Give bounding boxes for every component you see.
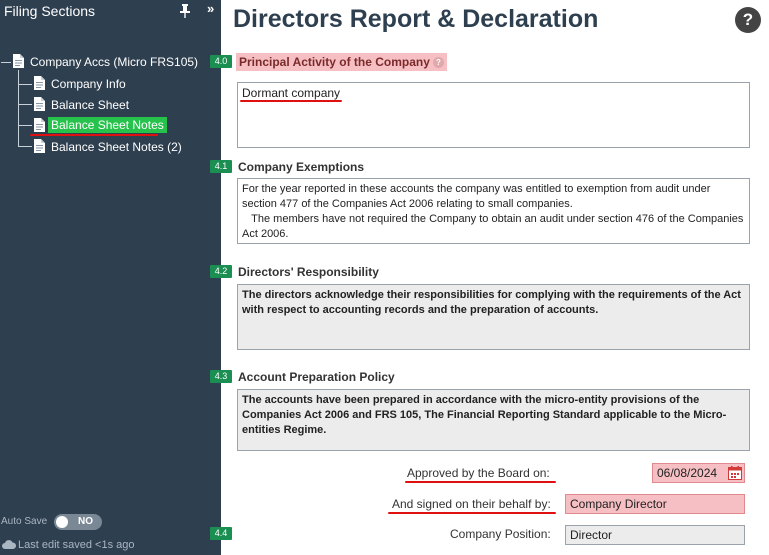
section-number-badge: 4.4 [210,527,232,540]
tree-connector [1,62,11,63]
document-icon [34,139,45,153]
cloud-icon [2,540,16,549]
annotation-underline [30,134,158,136]
help-icon[interactable]: ? [735,7,761,33]
sidebar-item-balance-sheet-notes[interactable]: Balance Sheet Notes [48,117,167,133]
approved-by-board-label: Approved by the Board on: [407,466,550,480]
section-title-company-exemptions: Company Exemptions [238,160,365,174]
collapse-icon[interactable]: » [207,1,214,16]
sidebar-header: Filing Sections [0,0,204,24]
auto-save-label: Auto Save [1,516,48,527]
toggle-knob [56,516,68,528]
tree-connector [18,104,32,105]
sidebar-item-company-info[interactable]: Company Info [51,76,126,92]
tree-root-company-accs[interactable]: Company Accs (Micro FRS105) [30,54,198,70]
section-number-badge: 4.1 [210,160,232,173]
document-icon [13,54,24,68]
section-title-text: Principal Activity of the Company [239,55,430,69]
auto-save-toggle[interactable]: NO [54,514,102,530]
sidebar-item-balance-sheet[interactable]: Balance Sheet [51,97,129,113]
info-icon[interactable]: ? [432,57,444,68]
tree-connector [18,125,32,126]
annotation-underline [405,481,556,483]
approved-date-value: 06/08/2024 [657,466,718,480]
company-exemptions-textarea[interactable]: For the year reported in these accounts … [237,178,750,244]
principal-activity-textarea[interactable]: Dormant company [237,82,750,148]
section-number-badge: 4.3 [210,370,232,383]
section-number-badge: 4.2 [210,265,232,278]
last-saved-status: Last edit saved <1s ago [18,539,135,551]
document-icon [34,97,45,111]
sidebar-item-balance-sheet-notes-2[interactable]: Balance Sheet Notes (2) [51,139,182,155]
document-icon [34,118,45,132]
account-preparation-policy-text: The accounts have been prepared in accor… [237,389,750,451]
company-position-label: Company Position: [450,527,551,541]
company-position-field[interactable]: Director [565,525,745,545]
toggle-state: NO [78,516,93,527]
section-number-badge: 4.0 [210,55,232,68]
signed-by-field[interactable]: Company Director [565,494,745,514]
annotation-underline [240,100,342,102]
section-title-directors-responsibility: Directors' Responsibility [238,265,379,279]
page-title: Directors Report & Declaration [233,5,599,33]
document-icon [34,76,45,90]
section-title-principal-activity: Principal Activity of the Company? [236,53,447,71]
annotation-underline [388,512,556,514]
tree-connector [18,146,32,147]
sidebar: Filing Sections Company Accs (Micro FRS1… [0,0,204,555]
tree-connector [18,84,32,85]
section-title-account-preparation-policy: Account Preparation Policy [238,370,395,384]
calendar-icon[interactable] [728,466,742,480]
signed-on-behalf-label: And signed on their behalf by: [392,497,551,511]
pin-icon[interactable] [179,4,191,18]
tree-connector [18,70,19,146]
sidebar-title: Filing Sections [4,3,96,19]
directors-responsibility-text: The directors acknowledge their responsi… [237,284,750,350]
